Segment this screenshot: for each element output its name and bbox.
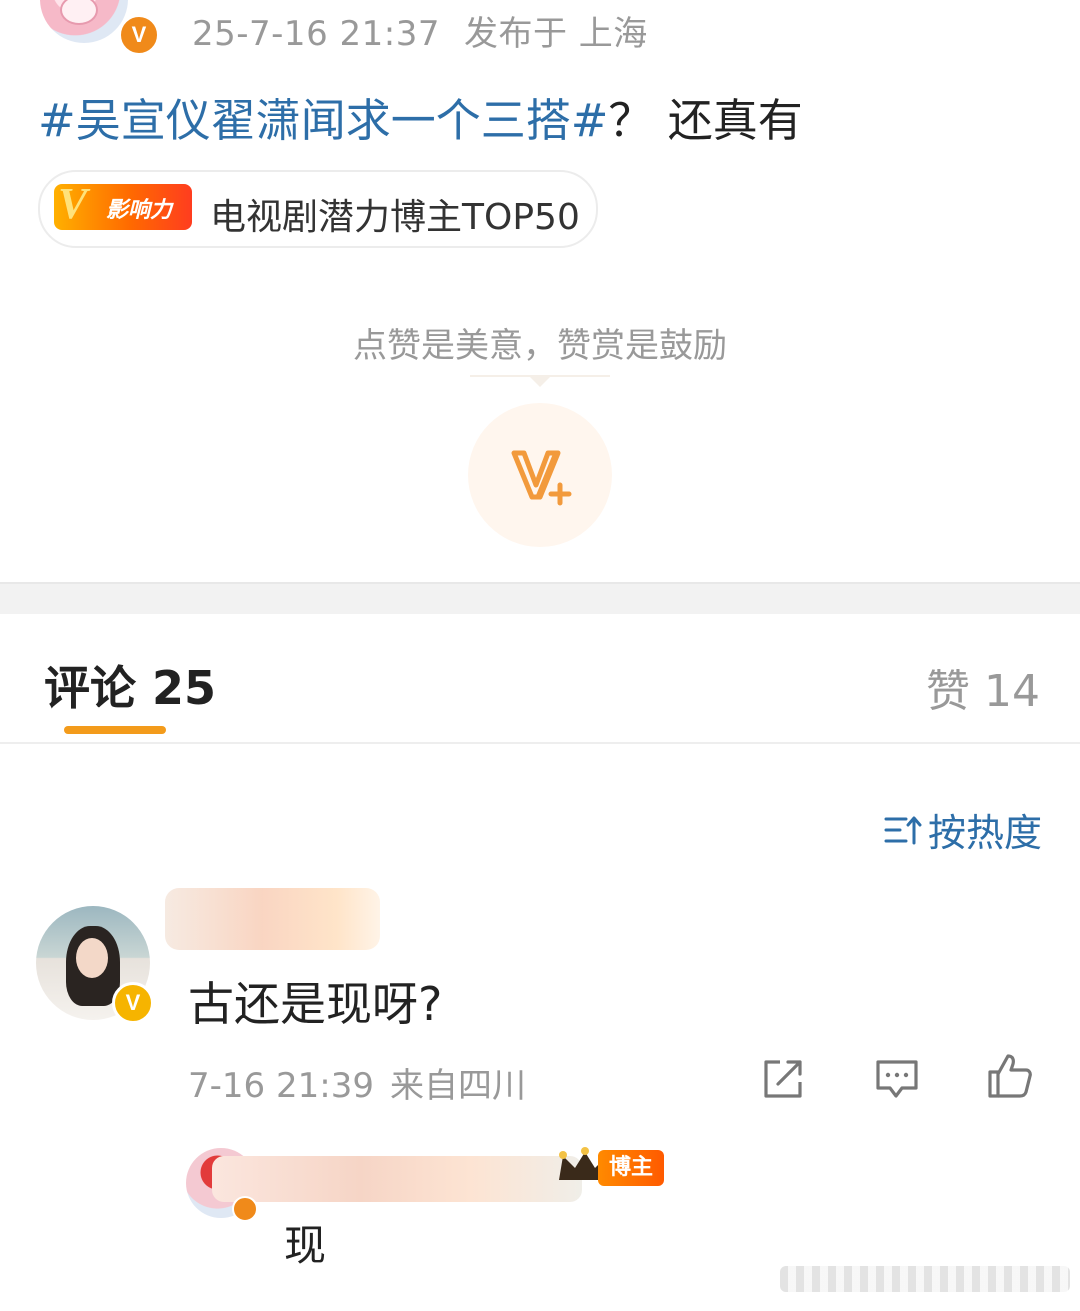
tab-likes[interactable]: 赞 14	[926, 655, 1040, 719]
post-meta: 25-7-16 21:37 发布于 上海	[192, 6, 648, 55]
post-hashtag[interactable]: #吴宣仪翟潇闻求一个三搭#	[38, 94, 608, 147]
active-tab-indicator	[64, 726, 166, 734]
tab-likes-label: 赞	[926, 666, 970, 717]
tabs-separator	[0, 742, 1080, 744]
verified-badge: V	[112, 982, 154, 1024]
reward-button[interactable]	[468, 403, 612, 547]
host-badge: 博主	[598, 1150, 664, 1186]
post-timestamp: 25-7-16 21:37	[192, 14, 440, 54]
tab-comments[interactable]: 评论 25	[44, 652, 216, 718]
like-icon[interactable]	[986, 1052, 1032, 1098]
verified-badge	[232, 1196, 258, 1222]
post-location: 发布于 上海	[464, 14, 648, 54]
sort-button[interactable]: 按热度	[884, 802, 1042, 857]
comment-text: 古还是现呀?	[188, 977, 443, 1031]
section-divider	[0, 582, 1080, 614]
comment-timestamp: 7-16 21:39	[188, 1066, 374, 1106]
post-author-avatar[interactable]	[40, 0, 128, 43]
sort-icon	[884, 816, 922, 844]
reply-text: 现	[284, 1221, 327, 1270]
sort-label: 按热度	[927, 811, 1042, 855]
comment-icon[interactable]	[874, 1056, 920, 1102]
tab-likes-count: 14	[984, 666, 1040, 717]
share-icon[interactable]	[760, 1056, 806, 1102]
tab-comments-count: 25	[152, 661, 217, 715]
watermark	[780, 1266, 1070, 1292]
reward-caret	[530, 377, 550, 387]
influence-logo-text: 影响力	[106, 198, 173, 223]
comment-meta: 7-16 21:39 来自四川	[188, 1058, 526, 1107]
verified-badge: V	[118, 14, 160, 56]
influence-badge-text: 电视剧潜力博主TOP50	[210, 197, 580, 238]
comment-location: 来自四川	[389, 1066, 526, 1106]
post-content: #吴宣仪翟潇闻求一个三搭#？ 还真有	[38, 84, 803, 149]
v-plus-icon	[511, 450, 572, 506]
influence-logo: V 影响力	[54, 179, 192, 230]
influence-v-icon: V	[58, 179, 88, 228]
blurred-username[interactable]	[212, 1156, 582, 1202]
post-body-text: ？ 还真有	[608, 94, 803, 147]
blurred-username[interactable]	[165, 888, 380, 950]
tab-comments-label: 评论	[44, 661, 136, 715]
reward-hint: 点赞是美意，赞赏是鼓励	[353, 326, 727, 366]
